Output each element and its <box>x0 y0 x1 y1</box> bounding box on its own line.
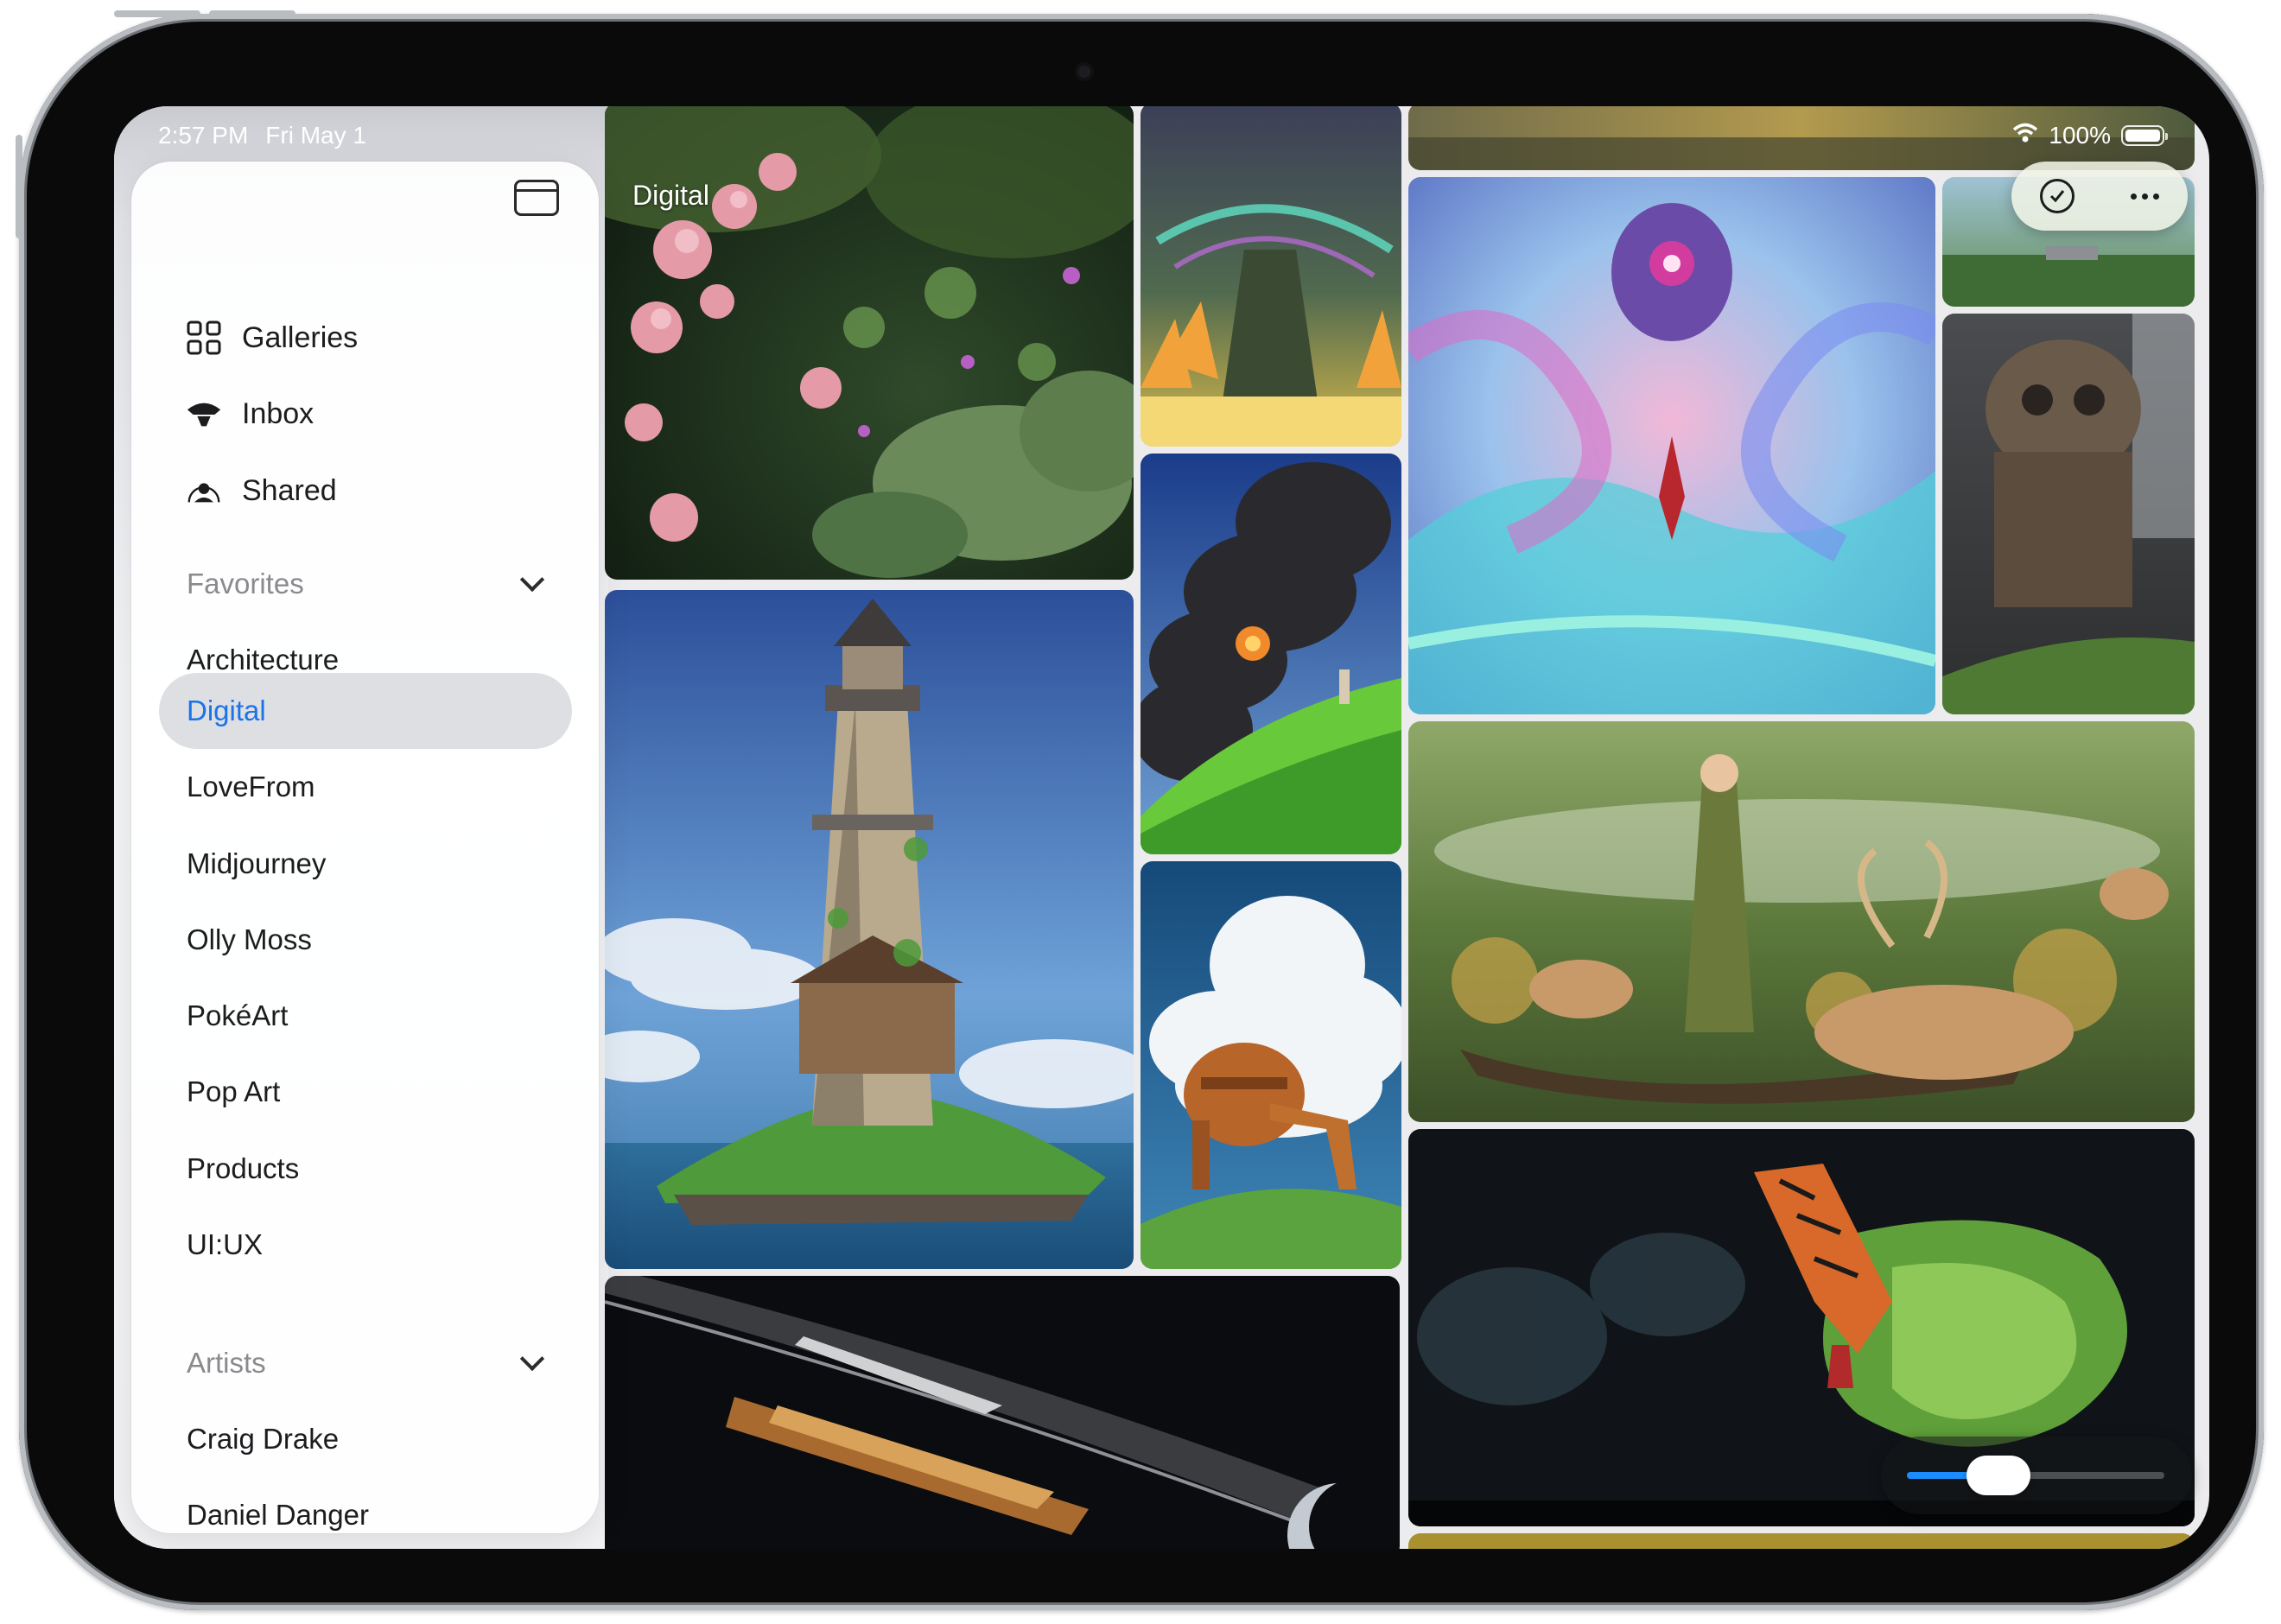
sidebar-item-shared[interactable]: Shared <box>185 466 337 516</box>
favorite-item-midjourney[interactable]: Midjourney <box>187 839 326 889</box>
ellipsis-icon[interactable] <box>2131 193 2160 200</box>
top-button <box>114 10 200 17</box>
zoom-slider-track[interactable] <box>1907 1472 2164 1479</box>
favorite-item-ui-ux[interactable]: UI:UX <box>187 1220 263 1270</box>
gallery-toolbar <box>2011 162 2188 231</box>
battery-icon <box>2121 125 2168 146</box>
checkmark-circle-icon[interactable] <box>2039 179 2075 213</box>
front-camera <box>1078 66 1090 78</box>
zoom-slider[interactable] <box>1881 1437 2192 1514</box>
artist-item-daniel-danger[interactable]: Daniel Danger <box>187 1490 369 1540</box>
status-bar-right: 100% <box>2012 115 2168 156</box>
artwork-tile-robot-clouds[interactable] <box>1140 861 1401 1269</box>
wifi-icon <box>2012 122 2038 149</box>
chevron-down-icon <box>519 567 545 593</box>
person-circle-icon <box>185 472 223 510</box>
screen: Digital Galleries Inbox Shared Favorites… <box>114 106 2209 1549</box>
status-time: 2:57 PM <box>158 122 249 149</box>
favorite-item-digital[interactable]: Digital <box>187 686 266 736</box>
gallery-title: Digital <box>632 180 709 211</box>
sidebar-item-galleries[interactable]: Galleries <box>185 313 358 363</box>
inbox-tray-icon <box>185 395 223 433</box>
artwork-tile-forest-deer[interactable] <box>1408 721 2195 1122</box>
section-title: Artists <box>187 1347 266 1379</box>
chevron-down-icon <box>519 1346 545 1372</box>
artwork-tile-garden[interactable] <box>605 106 1134 580</box>
artists-section-header[interactable]: Artists <box>187 1338 550 1388</box>
favorite-item-products[interactable]: Products <box>187 1144 299 1194</box>
artwork-tile-bottom-strip[interactable] <box>1408 1533 2195 1549</box>
volume-button <box>16 135 22 238</box>
artwork-tile-spaceship[interactable] <box>605 1276 1400 1549</box>
favorites-section-header[interactable]: Favorites <box>187 559 550 609</box>
artist-item-craig-drake[interactable]: Craig Drake <box>187 1414 339 1464</box>
battery-percentage: 100% <box>2049 122 2111 149</box>
sidebar-toggle-icon[interactable] <box>514 180 559 216</box>
sidebar-item-label: Shared <box>242 473 337 507</box>
favorite-item-lovefrom[interactable]: LoveFrom <box>187 762 315 812</box>
favorite-item-pop-art[interactable]: Pop Art <box>187 1067 280 1117</box>
artwork-tile-fire-forest[interactable] <box>1140 106 1401 447</box>
section-title: Favorites <box>187 568 304 599</box>
artwork-tile-mech-ruins[interactable] <box>1942 314 2195 714</box>
sidebar-item-inbox[interactable]: Inbox <box>185 389 314 439</box>
sidebar: Galleries Inbox Shared Favorites Archite… <box>131 162 599 1533</box>
ipad-frame: Digital Galleries Inbox Shared Favorites… <box>16 10 2264 1610</box>
favorite-item-olly-moss[interactable]: Olly Moss <box>187 915 312 965</box>
sidebar-item-label: Galleries <box>242 320 359 354</box>
favorite-item-pokeart[interactable]: PokéArt <box>187 991 288 1041</box>
artwork-tile-smoke-hill[interactable] <box>1140 454 1401 854</box>
status-date: Fri May 1 <box>265 122 366 149</box>
artwork-tile-psychedelic[interactable] <box>1408 177 1935 714</box>
sidebar-item-label: Inbox <box>242 396 315 430</box>
status-bar-left: 2:57 PM Fri May 1 <box>158 115 366 156</box>
artwork-tile-lighthouse-island[interactable] <box>605 590 1134 1269</box>
top-button <box>209 10 295 17</box>
grid-icon <box>185 319 223 357</box>
zoom-slider-knob[interactable] <box>1966 1456 2031 1495</box>
